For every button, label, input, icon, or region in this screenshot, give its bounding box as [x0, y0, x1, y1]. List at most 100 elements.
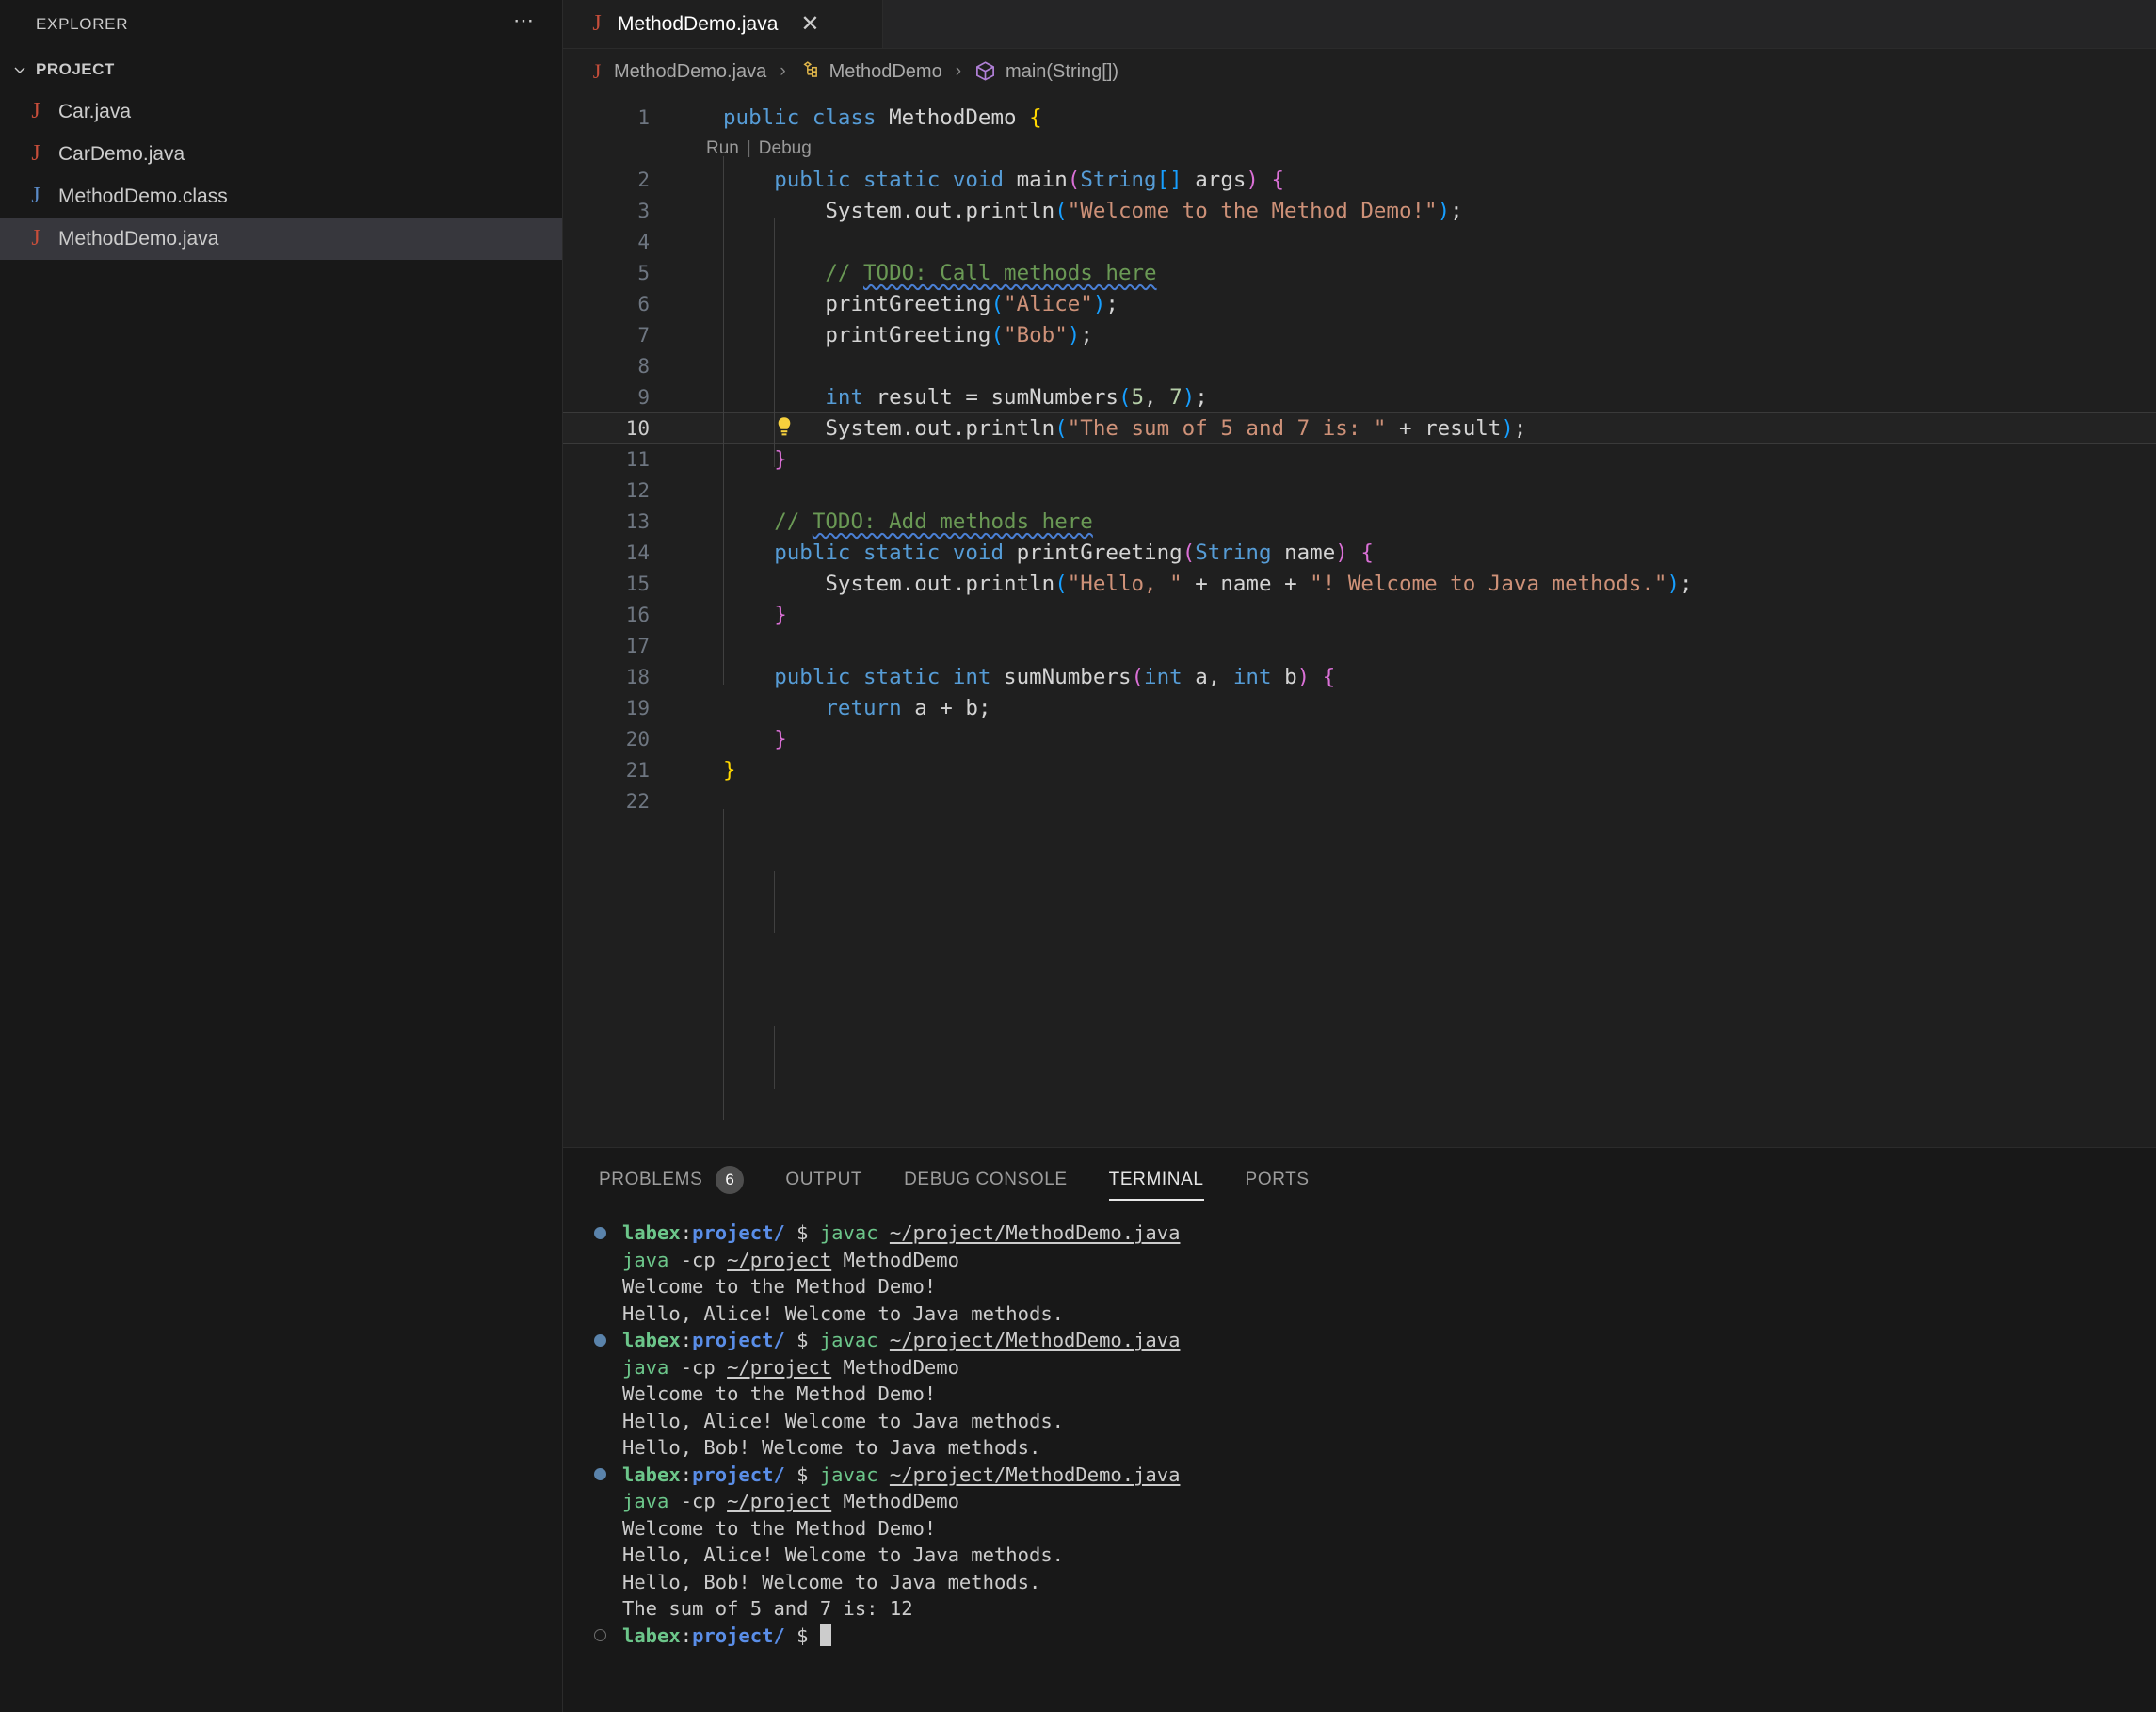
command-status-icon	[594, 1468, 615, 1480]
indent-guide	[774, 1026, 775, 1089]
line-number: 9	[563, 386, 650, 409]
file-item-car-java[interactable]: J Car.java	[0, 90, 562, 133]
terminal-command: javac	[820, 1463, 878, 1486]
java-file-icon: J	[28, 99, 43, 124]
page-title: EXPLORER	[36, 15, 128, 34]
terminal-arg[interactable]: ~/project	[727, 1249, 831, 1271]
line-number: 10	[563, 417, 650, 440]
code-text: System.out.println("The sum of 5 and 7 i…	[706, 416, 1526, 441]
panel-tab-label: TERMINAL	[1109, 1170, 1204, 1190]
prompt-symbol: $	[796, 1329, 808, 1351]
command-status-icon	[594, 1334, 615, 1347]
tab-problems[interactable]: PROBLEMS 6	[599, 1148, 744, 1212]
terminal-text: Hello, Alice! Welcome to Java methods.	[622, 1302, 1064, 1325]
code-line: 7 printGreeting("Bob");	[563, 319, 2156, 350]
code-line: 4	[563, 226, 2156, 257]
bottom-panel: PROBLEMS 6 OUTPUT DEBUG CONSOLE TERMINAL…	[563, 1147, 2156, 1712]
line-number: 11	[563, 448, 650, 471]
line-number: 19	[563, 697, 650, 719]
terminal-text: Hello, Bob! Welcome to Java methods.	[622, 1571, 1040, 1593]
chevron-down-icon	[8, 57, 32, 82]
code-line: 19 return a + b;	[563, 692, 2156, 723]
code-text: printGreeting("Alice");	[706, 292, 1118, 316]
terminal-tail: MethodDemo	[831, 1356, 959, 1379]
line-number: 18	[563, 666, 650, 688]
terminal-text: Hello, Bob! Welcome to Java methods.	[622, 1436, 1040, 1459]
terminal-flag: -cp	[668, 1249, 727, 1271]
file-item-label: MethodDemo.java	[58, 228, 218, 250]
terminal-output-line: Welcome to the Method Demo!	[563, 1515, 2156, 1542]
codelens-debug-link[interactable]: Debug	[759, 138, 812, 159]
code-line: 18 public static int sumNumbers(int a, i…	[563, 661, 2156, 692]
terminal-output-line: Hello, Alice! Welcome to Java methods.	[563, 1542, 2156, 1569]
code-editor[interactable]: 1 public class MethodDemo { Run | Debug …	[563, 94, 2156, 1147]
terminal-output-line: Hello, Alice! Welcome to Java methods.	[563, 1408, 2156, 1435]
code-line: 20 }	[563, 723, 2156, 754]
tab-output[interactable]: OUTPUT	[785, 1148, 862, 1212]
tab-label: MethodDemo.java	[618, 13, 778, 36]
tab-terminal[interactable]: TERMINAL	[1109, 1148, 1204, 1212]
breadcrumb: J MethodDemo.java › MethodDemo ›	[563, 49, 2156, 94]
terminal-output-line: Hello, Alice! Welcome to Java methods.	[563, 1300, 2156, 1328]
terminal-arg[interactable]: ~/project/MethodDemo.java	[890, 1329, 1181, 1351]
close-icon[interactable]: ✕	[800, 13, 819, 36]
code-text: }	[706, 727, 787, 751]
command-status-icon	[594, 1227, 615, 1239]
terminal-active-prompt[interactable]: labex:project/ $	[563, 1623, 2156, 1650]
file-item-methoddemo-java[interactable]: J MethodDemo.java	[0, 218, 562, 260]
terminal-command-line: java -cp ~/project MethodDemo	[563, 1247, 2156, 1274]
tab-debug-console[interactable]: DEBUG CONSOLE	[904, 1148, 1068, 1212]
class-symbol-icon	[799, 60, 820, 83]
line-number: 1	[563, 106, 650, 129]
indent-guide	[723, 809, 724, 1120]
prompt-path: project/	[692, 1221, 785, 1244]
terminal-arg[interactable]: ~/project/MethodDemo.java	[890, 1463, 1181, 1486]
terminal-output[interactable]: labex:project/ $ javac ~/project/MethodD…	[563, 1212, 2156, 1712]
terminal-command: java	[622, 1490, 668, 1512]
code-line: 15 System.out.println("Hello, " + name +…	[563, 568, 2156, 599]
code-line: 22	[563, 785, 2156, 816]
lightbulb-icon[interactable]	[650, 392, 706, 464]
line-number: 14	[563, 541, 650, 564]
tab-methoddemo-java[interactable]: J MethodDemo.java ✕	[563, 0, 883, 48]
codelens-run-debug: Run | Debug	[563, 133, 2156, 164]
ellipsis-icon[interactable]: ⋯	[513, 16, 536, 33]
line-number: 16	[563, 604, 650, 626]
panel-tab-label: DEBUG CONSOLE	[904, 1170, 1068, 1190]
file-item-label: CarDemo.java	[58, 143, 185, 166]
tab-ports[interactable]: PORTS	[1246, 1148, 1310, 1212]
breadcrumb-item-file[interactable]: MethodDemo.java	[614, 61, 766, 83]
prompt-symbol: $	[796, 1463, 808, 1486]
panel-tab-bar: PROBLEMS 6 OUTPUT DEBUG CONSOLE TERMINAL…	[563, 1148, 2156, 1212]
line-number: 5	[563, 262, 650, 284]
code-text: public static void printGreeting(String …	[706, 541, 1374, 565]
line-number: 7	[563, 324, 650, 347]
java-class-file-icon: J	[28, 184, 43, 209]
prompt-host: labex	[622, 1221, 681, 1244]
code-line: 11 }	[563, 444, 2156, 475]
breadcrumb-item-class[interactable]: MethodDemo	[829, 61, 942, 83]
code-line: 1 public class MethodDemo {	[563, 102, 2156, 133]
java-file-icon: J	[28, 226, 43, 251]
prompt-colon: :	[681, 1624, 692, 1647]
panel-tab-label: PORTS	[1246, 1170, 1310, 1190]
code-line: 3 System.out.println("Welcome to the Met…	[563, 195, 2156, 226]
terminal-arg[interactable]: ~/project	[727, 1490, 831, 1512]
file-item-cardemo-java[interactable]: J CarDemo.java	[0, 133, 562, 175]
terminal-arg[interactable]: ~/project	[727, 1356, 831, 1379]
line-number: 2	[563, 169, 650, 191]
terminal-text: Welcome to the Method Demo!	[622, 1275, 936, 1298]
file-item-methoddemo-class[interactable]: J MethodDemo.class	[0, 175, 562, 218]
indent-guide	[774, 871, 775, 933]
code-line: 21 }	[563, 754, 2156, 785]
java-file-icon: J	[589, 59, 604, 84]
terminal-output-line: The sum of 5 and 7 is: 12	[563, 1595, 2156, 1623]
line-number: 4	[563, 231, 650, 253]
breadcrumb-item-method[interactable]: main(String[])	[1006, 61, 1118, 83]
terminal-arg[interactable]: ~/project/MethodDemo.java	[890, 1221, 1181, 1244]
terminal-command: java	[622, 1249, 668, 1271]
prompt-host: labex	[622, 1624, 681, 1647]
project-section-header[interactable]: PROJECT	[0, 49, 562, 90]
line-number: 8	[563, 355, 650, 378]
code-line: 2 public static void main(String[] args)…	[563, 164, 2156, 195]
